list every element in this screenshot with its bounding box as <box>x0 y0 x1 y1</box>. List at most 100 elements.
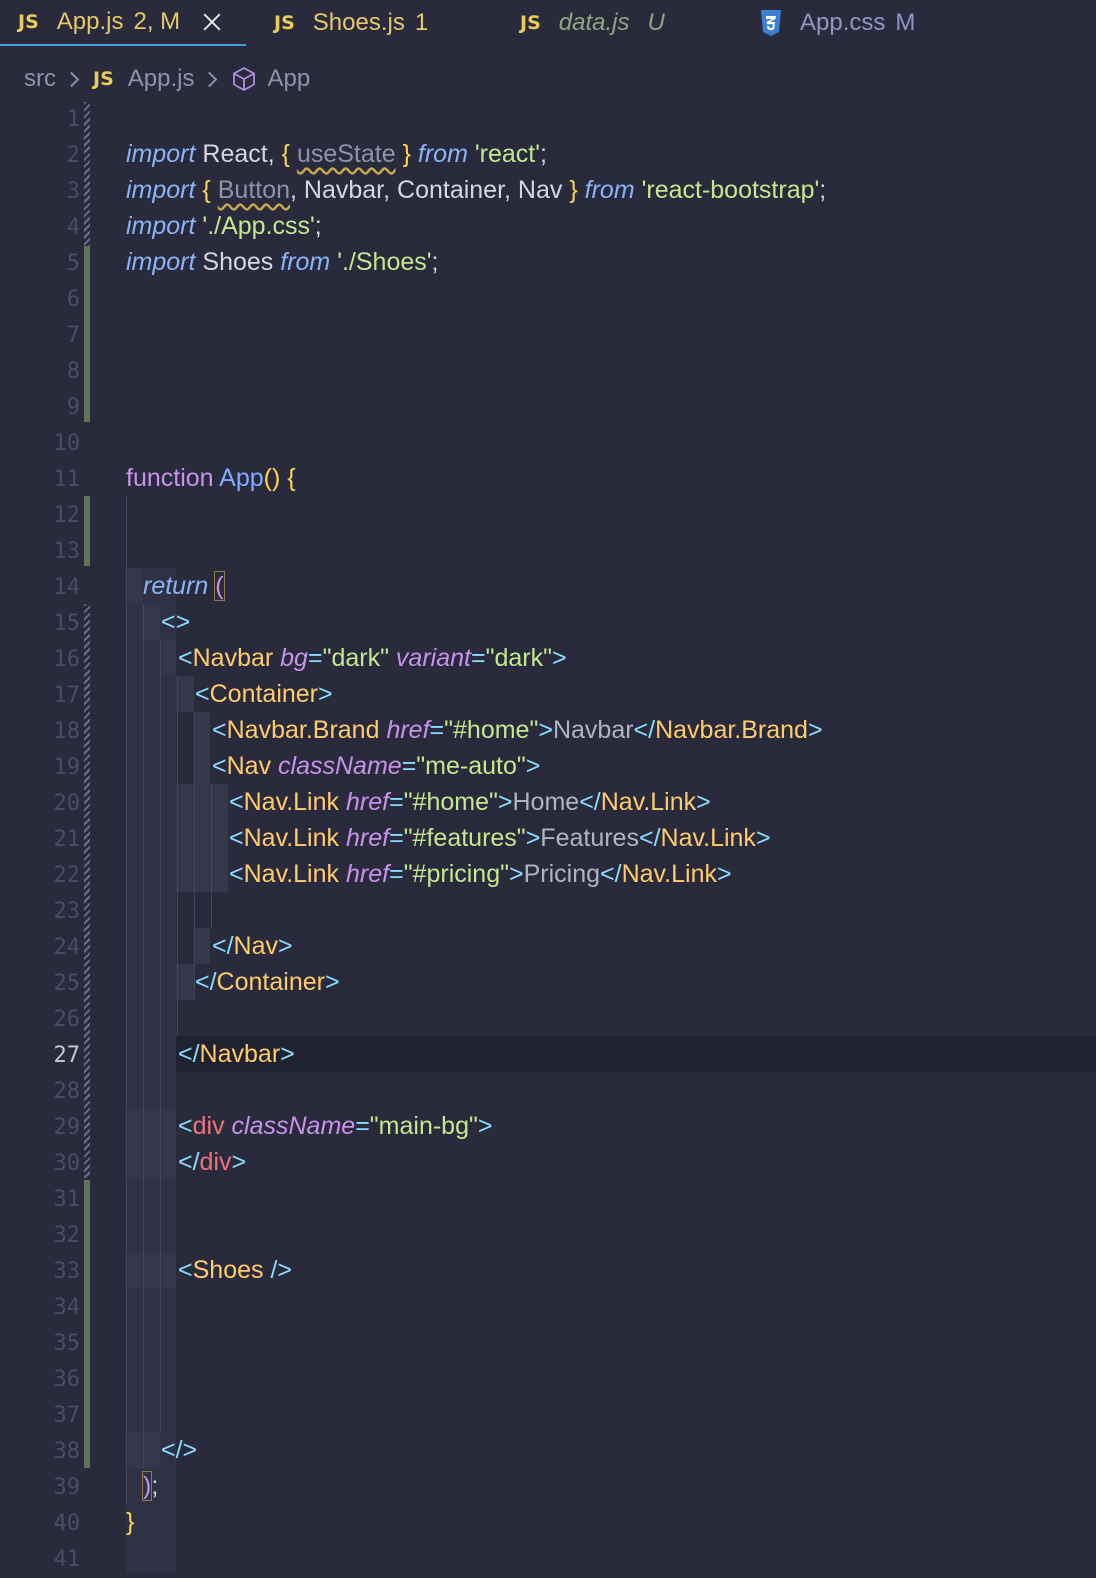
indent-guide <box>143 604 144 1468</box>
code-line-14[interactable]: return ( <box>143 568 225 604</box>
attribute-value: "#features" <box>403 824 526 852</box>
tab-label: data.js <box>558 9 630 36</box>
line-number-current: 27 <box>53 1043 81 1068</box>
tag-bracket: > <box>280 1040 295 1068</box>
bracket: { <box>202 176 211 204</box>
bracket: { <box>287 464 296 492</box>
line-number: 12 <box>53 503 81 528</box>
keyword-from: from <box>417 140 468 168</box>
jsx-text: Home <box>512 788 580 816</box>
tab-app-css[interactable]: App.css M <box>760 0 915 46</box>
operator: = <box>307 644 323 672</box>
tab-shoes-js[interactable]: JS Shoes.js 1 <box>274 0 428 46</box>
indent-whitespace <box>176 784 210 892</box>
tag-bracket: </ <box>212 932 234 960</box>
tag-bracket: </ <box>195 968 217 996</box>
code-line-30[interactable]: </div> <box>178 1144 246 1180</box>
js-file-icon: JS <box>18 11 39 33</box>
code-line-40[interactable]: } <box>126 1504 134 1540</box>
line-number: 23 <box>53 899 81 924</box>
tag-bracket: > <box>696 788 711 816</box>
string-literal: 'react-bootstrap' <box>641 176 820 204</box>
operator: = <box>389 788 404 816</box>
code-line-39[interactable]: ); <box>141 1468 158 1504</box>
code-line-27[interactable]: </Navbar> <box>178 1036 295 1072</box>
code-line-25[interactable]: </Container> <box>195 964 340 1000</box>
code-line-15[interactable]: <> <box>161 604 190 640</box>
indent-whitespace <box>176 676 194 712</box>
tag-bracket: > <box>717 860 732 888</box>
tag-bracket: < <box>178 1112 193 1140</box>
attribute-name: bg <box>280 644 308 672</box>
code-line-24[interactable]: </Nav> <box>212 928 293 964</box>
attribute-name: variant <box>395 644 471 672</box>
code-line-20[interactable]: <Nav.Link href="#home">Home</Nav.Link> <box>229 784 711 820</box>
operator: = <box>355 1112 370 1140</box>
modified-lines-indicator <box>84 102 90 246</box>
tab-app-js[interactable]: JS App.js 2, M <box>0 0 246 46</box>
line-number: 4 <box>66 215 80 240</box>
code-line-4[interactable]: import './App.css'; <box>126 208 322 244</box>
added-lines-indicator <box>84 496 90 566</box>
code-line-38[interactable]: </> <box>161 1432 197 1468</box>
line-number: 14 <box>53 575 81 600</box>
keyword-import: import <box>126 248 196 276</box>
code-line-2[interactable]: import React, { useState } from 'react'; <box>126 136 547 172</box>
tab-status: 2, M <box>133 8 181 35</box>
close-icon[interactable] <box>202 12 222 32</box>
line-number: 33 <box>53 1259 81 1284</box>
line-number: 36 <box>53 1367 81 1392</box>
code-line-17[interactable]: <Container> <box>195 676 333 712</box>
line-number: 15 <box>53 611 81 636</box>
line-number: 10 <box>53 431 81 456</box>
code-line-5[interactable]: import Shoes from './Shoes'; <box>126 244 438 280</box>
tag-bracket: </ <box>638 824 661 852</box>
code-line-11[interactable]: function App() { <box>126 460 296 496</box>
attribute-value: "#home" <box>444 716 539 744</box>
tag-bracket: < <box>229 860 244 888</box>
code-line-33[interactable]: <Shoes /> <box>178 1252 292 1288</box>
code-line-19[interactable]: <Nav className="me-auto"> <box>212 748 540 784</box>
attribute-name: href <box>386 716 430 744</box>
breadcrumb-file[interactable]: App.js <box>128 65 195 93</box>
keyword-import: import <box>126 212 196 240</box>
code-line-21[interactable]: <Nav.Link href="#features">Features</Nav… <box>229 820 771 856</box>
tag-bracket: > <box>807 716 823 744</box>
line-number: 2 <box>66 143 80 168</box>
attribute-value: "dark" <box>485 644 552 672</box>
operator: = <box>401 752 417 780</box>
tag-bracket: < <box>212 716 227 744</box>
indent-guide <box>126 496 127 1504</box>
keyword-function: function <box>126 464 214 492</box>
line-number: 22 <box>53 863 81 888</box>
tag-bracket: > <box>497 788 513 816</box>
line-number: 32 <box>53 1223 81 1248</box>
tag-bracket: > <box>525 752 541 780</box>
breadcrumb-folder[interactable]: src <box>24 65 56 93</box>
line-number: 3 <box>66 179 80 204</box>
tab-data-js[interactable]: JS data.js U <box>520 0 665 46</box>
code-editor[interactable]: 1 2 3 4 5 6 7 8 9 10 11 12 13 14 15 16 1… <box>0 102 1096 1572</box>
code-line-3[interactable]: import { Button, Navbar, Container, Nav … <box>126 172 826 208</box>
code-line-22[interactable]: <Nav.Link href="#pricing">Pricing</Nav.L… <box>229 856 732 892</box>
code-line-18[interactable]: <Navbar.Brand href="#home">Navbar</Navba… <box>212 712 823 748</box>
code-line-16[interactable]: <Navbar bg="dark" variant="dark"> <box>178 640 567 676</box>
bracket: { <box>281 140 290 168</box>
tag-bracket: > <box>278 932 293 960</box>
cube-icon <box>231 66 257 92</box>
line-number: 20 <box>53 791 81 816</box>
tag-bracket: < <box>212 752 227 780</box>
tag-name: Nav.Link <box>660 824 756 852</box>
chevron-right-icon <box>202 71 218 87</box>
breadcrumb-symbol[interactable]: App <box>267 65 310 93</box>
tag-name: div <box>192 1112 225 1140</box>
bracket: } <box>402 140 411 168</box>
attribute-value: "#pricing" <box>403 860 509 888</box>
tag-bracket: < <box>195 680 210 708</box>
code-line-29[interactable]: <div className="main-bg"> <box>178 1108 492 1144</box>
